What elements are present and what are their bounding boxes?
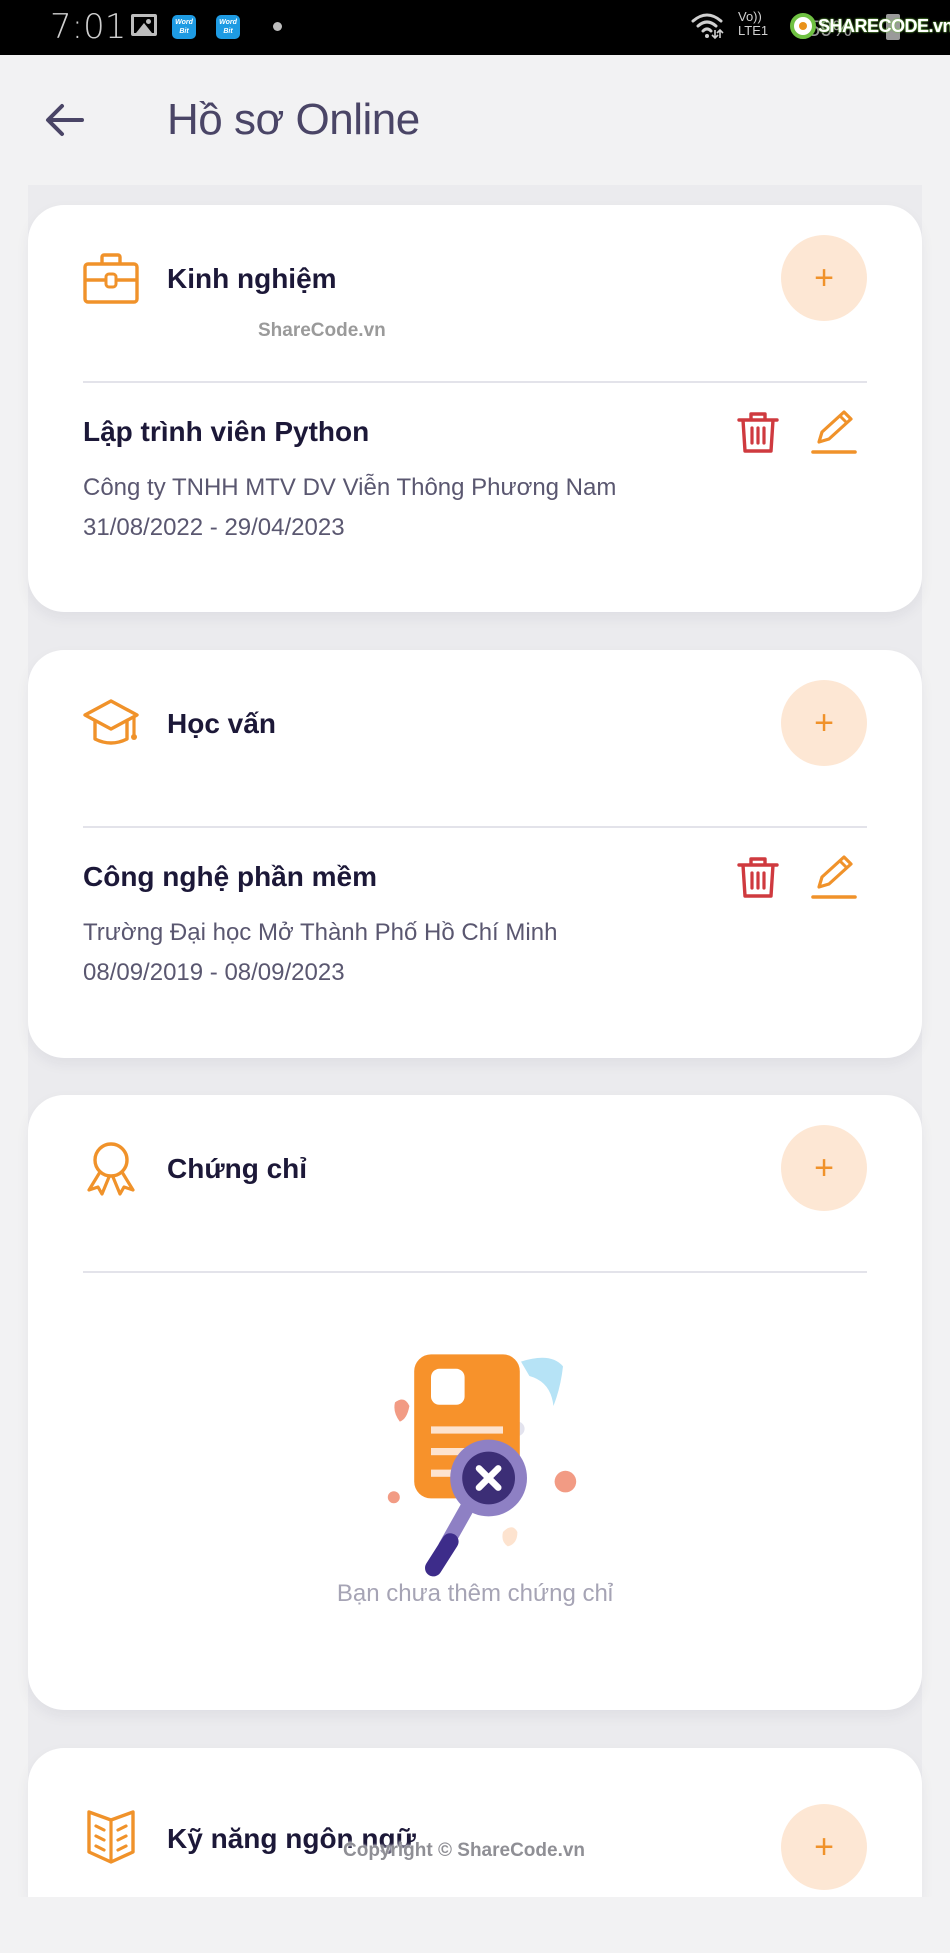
sharecode-logo-text: SHARECODE.vn bbox=[818, 15, 950, 36]
trash-icon bbox=[737, 857, 779, 898]
volte-label: Vo)) bbox=[738, 9, 762, 24]
empty-certificates-message: Bạn chưa thêm chứng chỉ bbox=[336, 1580, 614, 1607]
entry-school: Trường Đại học Mở Thành Phố Hồ Chí Minh bbox=[83, 919, 558, 946]
briefcase-icon bbox=[83, 253, 139, 304]
certificates-section-header: Chứng chỉ + bbox=[83, 1095, 867, 1240]
graduation-cap-icon bbox=[83, 699, 139, 745]
gallery-notification-icon bbox=[131, 14, 157, 36]
wordbit-label: Bit bbox=[223, 28, 233, 35]
wifi-icon bbox=[691, 13, 724, 40]
open-book-icon bbox=[87, 1810, 135, 1864]
wordbit-label: Bit bbox=[179, 28, 189, 35]
edit-experience-button[interactable] bbox=[811, 409, 857, 455]
sharecode-logo-icon bbox=[790, 13, 816, 39]
entry-date-range: 08/09/2019 - 08/09/2023 bbox=[83, 959, 345, 986]
experience-section-card: Kinh nghiệm + ShareCode.vn Lập trình viê… bbox=[28, 205, 922, 612]
plus-icon: + bbox=[814, 258, 834, 297]
plus-icon: + bbox=[814, 703, 834, 742]
entry-actions bbox=[735, 409, 857, 455]
volte-indicator: Vo)) LTE1 bbox=[738, 10, 768, 38]
wordbit-notification-icon: Word Bit bbox=[216, 15, 240, 39]
education-entry[interactable]: Công nghệ phần mềm Trường Đại học Mở Thà… bbox=[83, 855, 867, 988]
section-divider bbox=[83, 826, 867, 828]
more-notifications-dot-icon bbox=[273, 22, 282, 31]
add-education-button[interactable]: + bbox=[781, 680, 867, 766]
wordbit-label: Word bbox=[175, 19, 193, 26]
section-title: Chứng chỉ bbox=[167, 1153, 308, 1184]
pencil-icon bbox=[811, 855, 857, 899]
page-title: Hồ sơ Online bbox=[167, 95, 420, 144]
entry-actions bbox=[735, 854, 857, 900]
languages-section-header: Kỹ năng ngôn ngữ + bbox=[83, 1748, 867, 1893]
sharecode-logo-watermark: SHARECODE.vn bbox=[790, 12, 950, 40]
copyright-watermark: Copyright © ShareCode.vn bbox=[343, 1840, 586, 1861]
plus-icon: + bbox=[814, 1148, 834, 1187]
pencil-icon bbox=[811, 410, 857, 454]
status-time: 7:01 bbox=[50, 7, 127, 47]
delete-education-button[interactable] bbox=[735, 854, 781, 900]
app-header: Hồ sơ Online bbox=[0, 55, 950, 185]
arrow-left-icon bbox=[46, 104, 84, 136]
section-divider bbox=[83, 381, 867, 383]
entry-company: Công ty TNHH MTV DV Viễn Thông Phương Na… bbox=[83, 474, 617, 501]
sharecode-watermark: ShareCode.vn bbox=[258, 320, 386, 341]
trash-icon bbox=[737, 412, 779, 453]
bottom-area bbox=[0, 1897, 950, 1953]
status-bar: 7:01 Word Bit Word Bit Vo)) LTE1 59% SHA… bbox=[0, 0, 950, 55]
plus-icon: + bbox=[814, 1827, 834, 1866]
add-language-button[interactable]: + bbox=[781, 1804, 867, 1890]
certificates-section-card: Chứng chỉ + Bạn chưa thêm chứng chỉ bbox=[28, 1095, 922, 1710]
education-section-card: Học vấn + Công nghệ phần mềm Trường Đại … bbox=[28, 650, 922, 1058]
languages-section-card: Kỹ năng ngôn ngữ + Copyright © ShareCode… bbox=[28, 1748, 922, 1897]
add-certificate-button[interactable]: + bbox=[781, 1125, 867, 1211]
award-icon bbox=[87, 1142, 135, 1196]
wordbit-notification-icon: Word Bit bbox=[172, 15, 196, 39]
experience-entry[interactable]: Lập trình viên Python Công ty TNHH MTV D… bbox=[83, 410, 867, 543]
experience-section-header: Kinh nghiệm + bbox=[83, 205, 867, 350]
lte-label: LTE1 bbox=[738, 23, 769, 38]
empty-certificates-illustration bbox=[387, 1354, 577, 1577]
wordbit-label: Word bbox=[219, 19, 237, 26]
education-section-header: Học vấn + bbox=[83, 650, 867, 795]
add-experience-button[interactable]: + bbox=[781, 235, 867, 321]
edit-education-button[interactable] bbox=[811, 854, 857, 900]
delete-experience-button[interactable] bbox=[735, 409, 781, 455]
back-button[interactable] bbox=[40, 95, 90, 145]
section-title: Kinh nghiệm bbox=[167, 263, 337, 294]
section-divider bbox=[83, 1271, 867, 1273]
section-title: Học vấn bbox=[167, 708, 276, 739]
entry-date-range: 31/08/2022 - 29/04/2023 bbox=[83, 514, 345, 541]
